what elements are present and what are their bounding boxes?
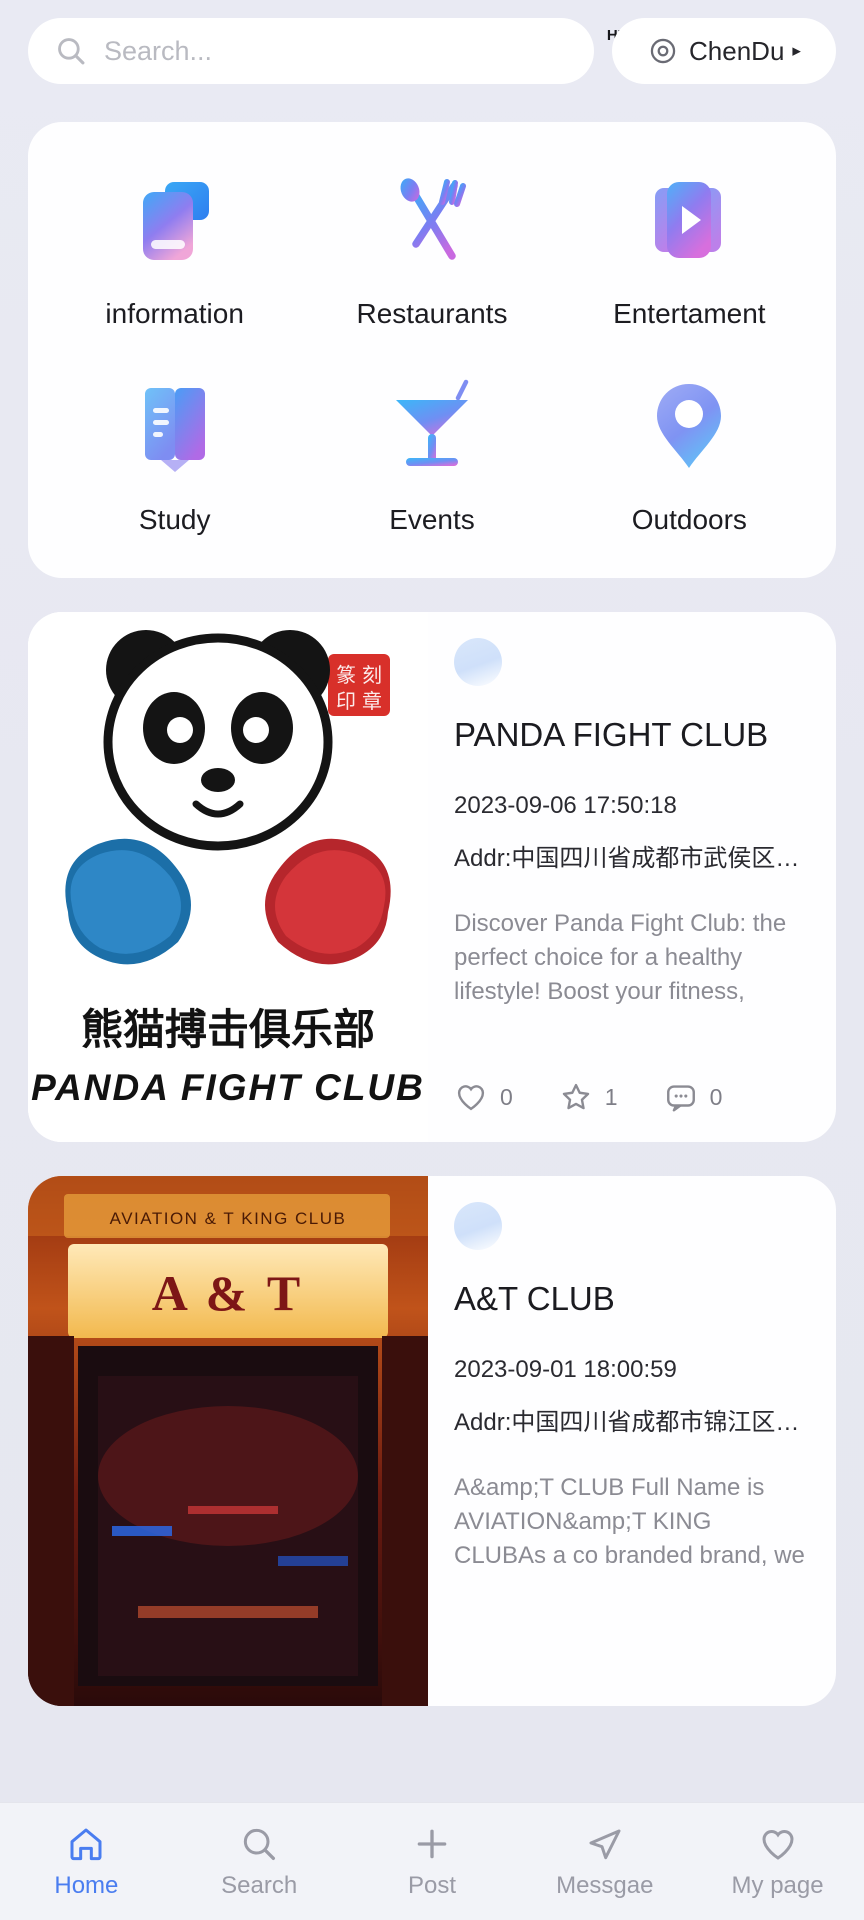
map-pin-icon	[635, 372, 743, 480]
post-address: Addr:中国四川省成都市锦江区…	[454, 1409, 800, 1436]
category-item-outdoors[interactable]: Outdoors	[561, 372, 818, 536]
post-image-at-club: AVIATION & T KING CLUB A & T	[28, 1176, 428, 1706]
post-title: PANDA FIGHT CLUB	[454, 716, 769, 753]
nav-item-post[interactable]: Post	[346, 1824, 519, 1900]
post-card[interactable]: 篆刻 印章 熊猫搏击俱乐部 PANDA FIGHT CLUB PANDA FIG…	[28, 612, 836, 1142]
nav-item-message[interactable]: Messgae	[518, 1824, 691, 1900]
category-item-entertament[interactable]: Entertament	[561, 166, 818, 330]
category-label: Study	[138, 504, 211, 535]
post-date: 2023-09-01 18:00:59	[454, 1356, 677, 1383]
nav-label: My page	[731, 1871, 824, 1899]
post-image-panda: 篆刻 印章 熊猫搏击俱乐部 PANDA FIGHT CLUB	[28, 612, 428, 1142]
category-item-information[interactable]: information	[46, 166, 303, 330]
svg-text:篆: 篆	[336, 664, 356, 687]
cocktail-icon	[378, 372, 486, 480]
post-description: Discover Panda Fight Club: the perfect c…	[454, 910, 787, 1006]
svg-text:章: 章	[362, 690, 382, 713]
search-icon	[244, 1828, 276, 1860]
video-play-icon	[635, 166, 743, 274]
search-row: Search... ChenDu ▸	[0, 0, 864, 84]
category-grid: information Restaurants Entertament Stud…	[46, 166, 818, 536]
svg-text:PANDA FIGHT CLUB: PANDA FIGHT CLUB	[31, 1067, 425, 1108]
news-cards-icon	[121, 166, 229, 274]
category-label: Outdoors	[631, 504, 747, 535]
send-icon	[589, 1829, 621, 1859]
heart-icon	[457, 1085, 485, 1111]
post-body: PANDA FIGHT CLUB 2023-09-06 17:50:18 Add…	[428, 612, 836, 1142]
nav-label: Messgae	[556, 1871, 654, 1899]
nav-item-search[interactable]: Search	[173, 1824, 346, 1900]
post-address: Addr:中国四川省成都市武侯区…	[454, 845, 800, 872]
nav-label: Home	[54, 1871, 119, 1899]
comment-stat[interactable]: 0	[664, 1080, 723, 1114]
heart-icon	[762, 1829, 794, 1860]
post-date: 2023-09-06 17:50:18	[454, 792, 677, 819]
category-label: Restaurants	[356, 298, 508, 329]
plus-icon	[417, 1829, 447, 1858]
search-placeholder: Search...	[104, 35, 213, 66]
home-icon	[70, 1828, 102, 1860]
post-description: A&amp;T CLUB Full Name is AVIATION&amp;T…	[454, 1474, 805, 1570]
like-stat[interactable]: 0	[454, 1080, 513, 1114]
category-label: Events	[389, 504, 475, 535]
nav-item-home[interactable]: Home	[0, 1824, 173, 1900]
location-selector[interactable]: ChenDu ▸	[612, 18, 836, 84]
fork-spoon-icon	[378, 166, 486, 274]
svg-text:印: 印	[336, 690, 356, 713]
svg-text:A & T: A & T	[152, 1265, 304, 1321]
book-icon	[121, 372, 229, 480]
star-icon	[562, 1083, 590, 1110]
category-label: Entertament	[613, 298, 766, 329]
nav-label: Post	[407, 1871, 456, 1899]
chevron-right-icon: ▸	[792, 41, 801, 60]
post-card[interactable]: AVIATION & T KING CLUB A & T A&T CLUB 20…	[28, 1176, 836, 1706]
post-stats: 0 1 0	[454, 1080, 810, 1114]
nav-label: Search	[221, 1871, 298, 1899]
category-item-events[interactable]: Events	[303, 372, 560, 536]
favorite-stat[interactable]: 1	[559, 1080, 618, 1114]
nav-item-my-page[interactable]: My page	[691, 1824, 864, 1900]
avatar[interactable]	[454, 1202, 502, 1250]
like-count: 0	[500, 1083, 513, 1110]
svg-text:刻: 刻	[362, 664, 382, 687]
comment-count: 0	[709, 1083, 723, 1110]
avatar[interactable]	[454, 638, 502, 686]
category-label: information	[105, 298, 244, 329]
post-title: A&T CLUB	[454, 1280, 615, 1317]
svg-text:熊猫搏击俱乐部: 熊猫搏击俱乐部	[81, 1007, 375, 1054]
search-icon	[58, 38, 85, 65]
favorite-count: 1	[604, 1083, 618, 1110]
location-pin-icon	[650, 38, 676, 64]
comment-icon	[666, 1085, 695, 1112]
category-item-restaurants[interactable]: Restaurants	[303, 166, 560, 330]
bottom-navigation: Home Search Post Messgae My page	[0, 1802, 864, 1920]
category-item-study[interactable]: Study	[46, 372, 303, 536]
svg-text:AVIATION & T KING CLUB: AVIATION & T KING CLUB	[110, 1209, 347, 1228]
location-city: ChenDu	[689, 35, 785, 66]
category-card: information Restaurants Entertament Stud…	[28, 122, 836, 578]
post-body: A&T CLUB 2023-09-01 18:00:59 Addr:中国四川省成…	[428, 1176, 836, 1706]
search-input[interactable]: Search...	[28, 18, 594, 84]
